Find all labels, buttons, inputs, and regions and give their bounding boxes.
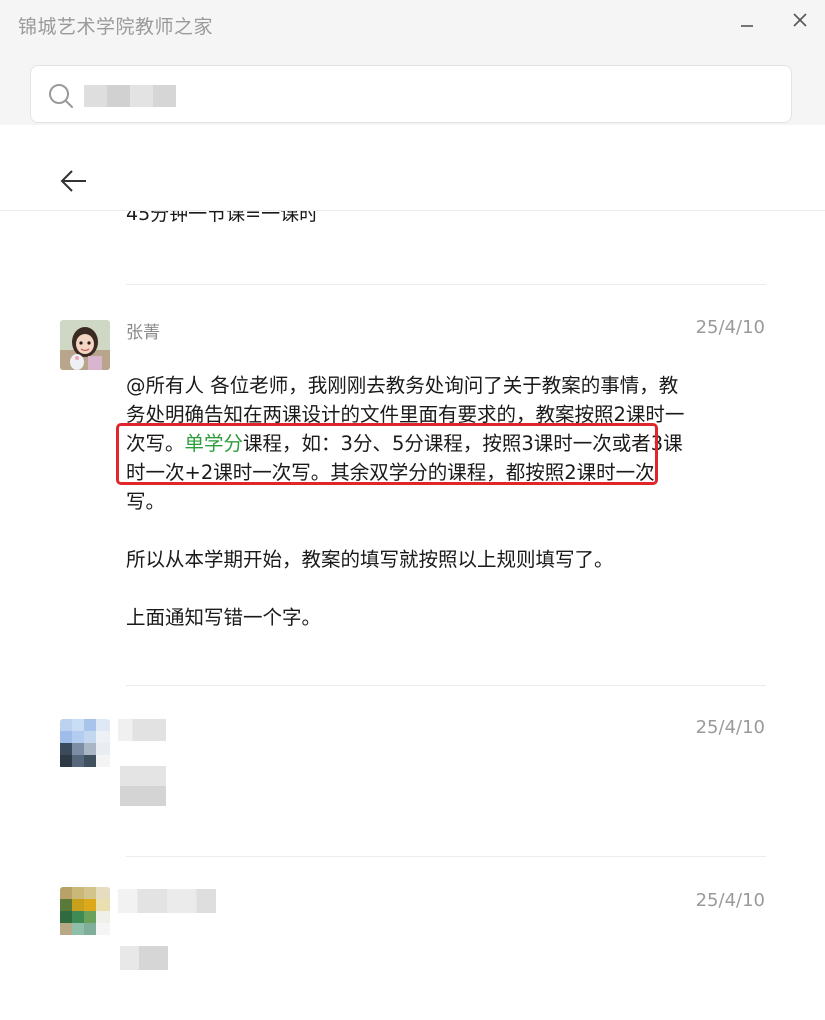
message-timestamp: 25/4/10 [695,890,765,911]
avatar[interactable] [60,320,110,370]
search-query-redacted [84,85,176,107]
minimize-icon [741,25,753,27]
arrow-left-icon [60,170,86,192]
message-body[interactable]: @所有人 各位老师，我刚刚去教务处询问了关于教案的事情，教务处明确告知在两课设计… [126,371,686,632]
avatar-image [60,320,110,370]
avatar-image [60,719,110,767]
sender-name-redacted [118,719,166,741]
message-body-redacted [120,766,166,806]
message-divider [126,284,766,285]
highlight-annotation-box [116,423,658,485]
avatar-image [60,887,110,935]
search-input[interactable] [30,65,792,123]
previous-message-partial: 45分钟一节课=一课时 [126,211,319,225]
minimize-button[interactable] [735,8,759,32]
message-divider [126,685,766,686]
sender-name[interactable]: 张菁 [126,318,160,343]
conversation-nav [0,125,825,211]
text-segment: 所以从本学期开始，教案的填写就按照以上规则填写了。 [126,548,614,571]
message-paragraph: 所以从本学期开始，教案的填写就按照以上规则填写了。 [126,545,686,574]
text-segment: 上面通知写错一个字。 [126,606,322,629]
message-divider [126,856,766,857]
avatar-redacted[interactable] [60,719,110,769]
app-title: 锦城艺术学院教师之家 [18,16,214,38]
message-body-redacted [120,946,168,970]
message-paragraph: 上面通知写错一个字。 [126,603,686,632]
message-timestamp: 25/4/10 [695,317,765,338]
sender-name-redacted [118,889,216,913]
close-icon [793,13,807,27]
message-feed[interactable]: 45分钟一节课=一课时 张菁 25/4/10 @所有人 各位老师，我刚刚去教务处… [0,211,825,1020]
close-button[interactable] [788,8,812,32]
avatar-redacted[interactable] [60,887,110,937]
window-header: 锦城艺术学院教师之家 [0,0,825,125]
back-button[interactable] [58,165,90,197]
search-icon [49,84,73,108]
message-timestamp: 25/4/10 [695,717,765,738]
